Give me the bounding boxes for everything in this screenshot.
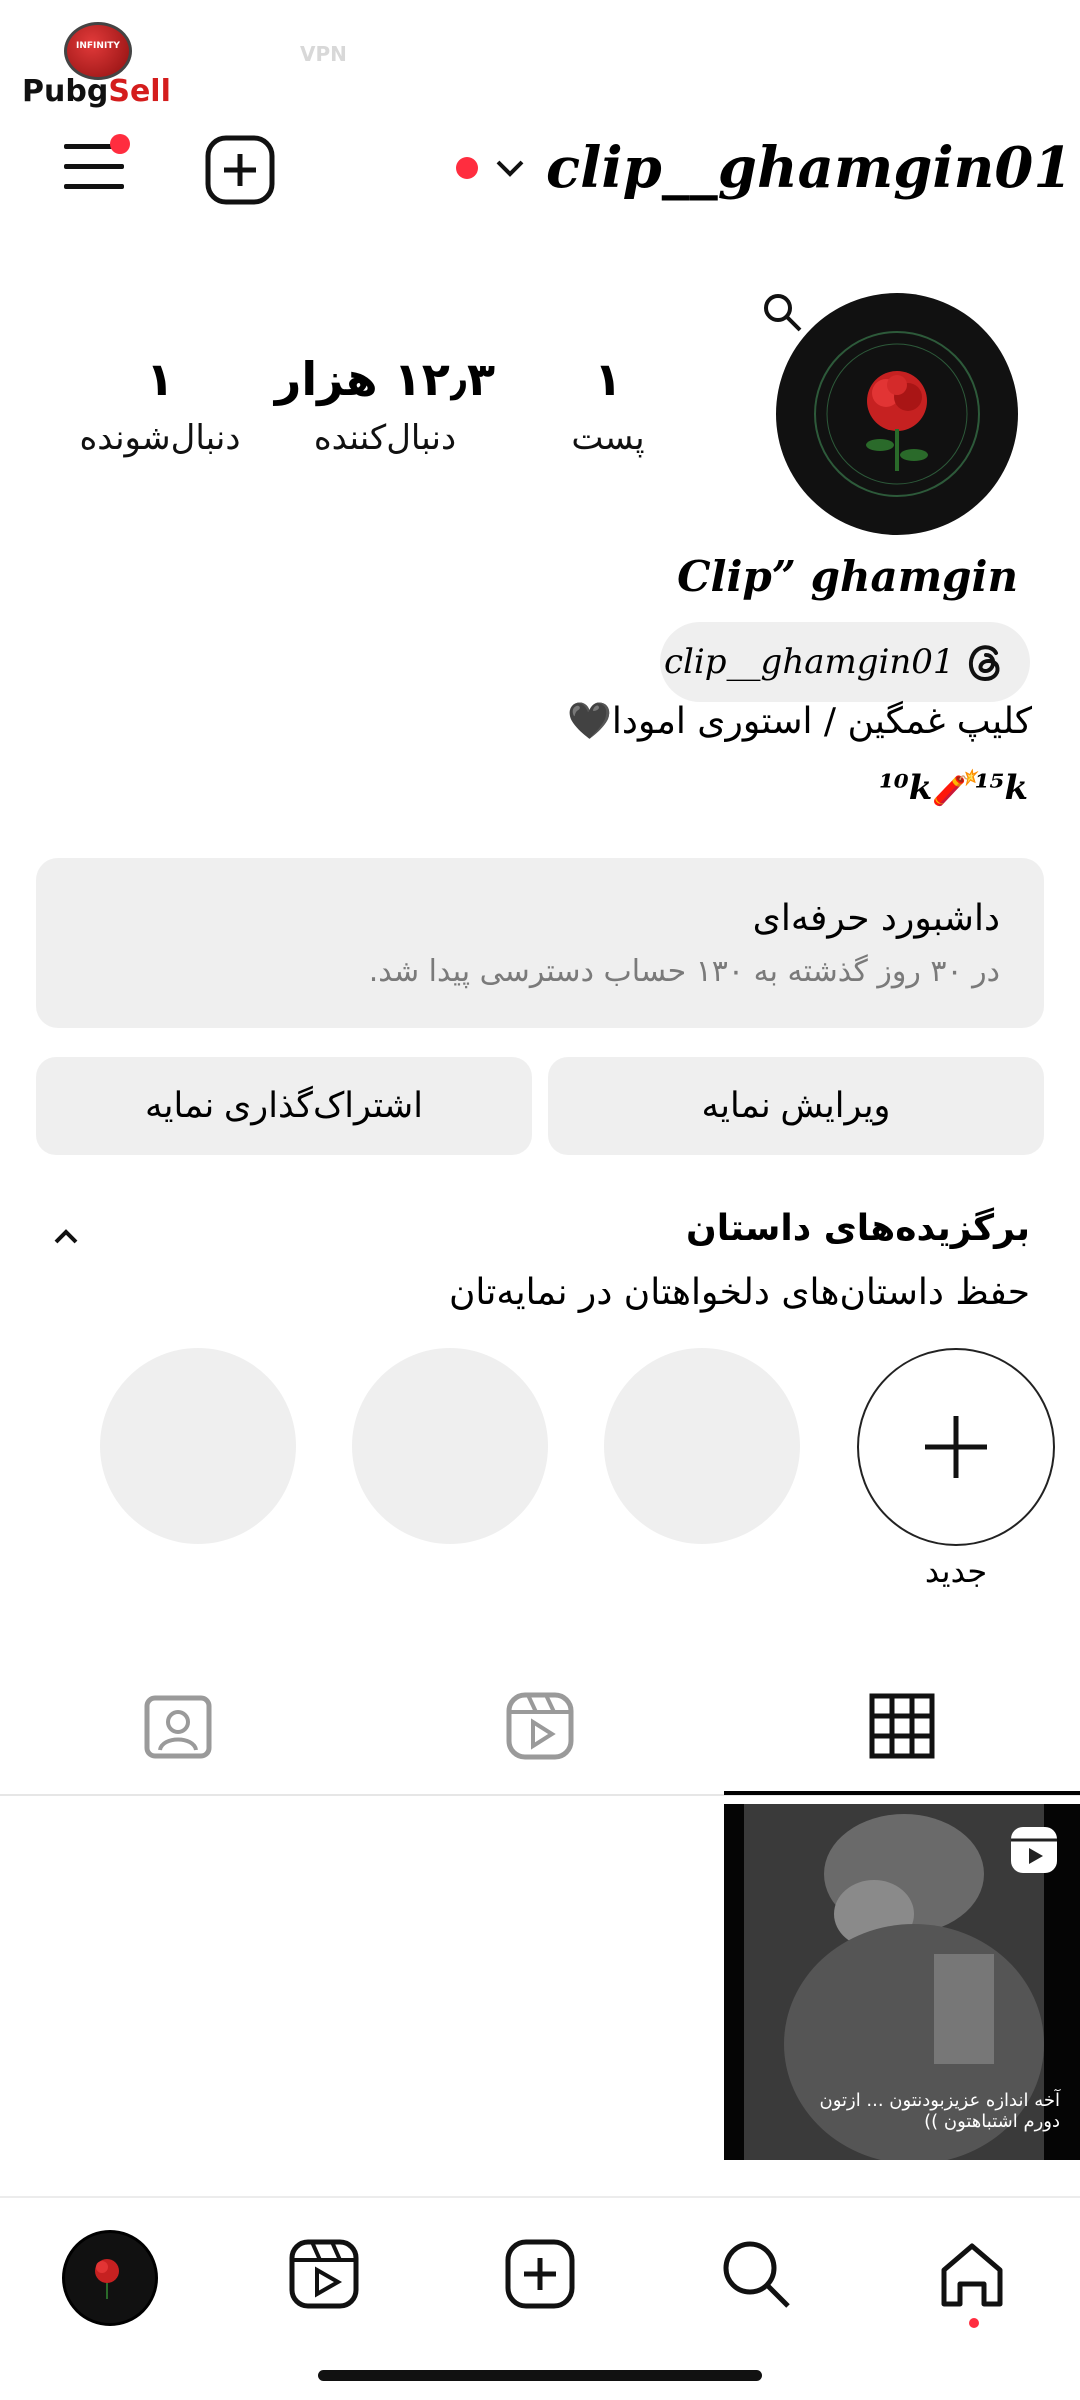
following-label: دنبال‌شونده xyxy=(79,418,241,458)
watermark-logo: INFINITY PubgSell xyxy=(22,20,172,112)
bio-line-1: کلیپ غمگین / استوری امودا🖤 xyxy=(567,701,1032,742)
threads-badge[interactable]: clip__ghamgin01 xyxy=(660,622,1030,702)
status-dot xyxy=(456,157,478,179)
profile-tab-avatar[interactable] xyxy=(62,2230,158,2326)
stat-posts[interactable]: ۱ پست xyxy=(548,352,668,458)
watermark-text: PubgSell xyxy=(22,74,171,109)
followers-label: دنبال‌کننده xyxy=(313,418,457,458)
bio-line-2: ¹⁰k🧨¹⁵k xyxy=(878,768,1028,808)
threads-handle: clip__ghamgin01 xyxy=(664,642,955,682)
vpn-indicator: VPN xyxy=(300,42,347,66)
search-icon[interactable] xyxy=(718,2236,794,2312)
grid-icon[interactable] xyxy=(866,1690,938,1762)
stat-followers[interactable]: ۱۲٫۳ هزار دنبال‌کننده xyxy=(270,352,500,458)
stat-following[interactable]: ۱ دنبال‌شونده xyxy=(55,352,265,458)
grid-post[interactable]: آخه اندازه عزیزبودنتون ... ازتون دورم اش… xyxy=(724,1804,1080,2160)
threads-icon xyxy=(962,639,1008,685)
create-icon[interactable] xyxy=(502,2236,578,2312)
dashboard-title: داشبورد حرفه‌ای xyxy=(752,898,1000,939)
plus-icon xyxy=(925,1416,987,1478)
display-name: Clip” ghamgin xyxy=(677,552,1018,601)
profile-avatar[interactable] xyxy=(776,293,1018,535)
watermark-badge-text: INFINITY xyxy=(76,41,120,51)
reels-icon[interactable] xyxy=(286,2236,362,2312)
chevron-up-icon[interactable] xyxy=(48,1218,84,1254)
edit-profile-button[interactable]: ویرایش نمایه xyxy=(548,1057,1044,1155)
dashboard-subtitle: در ۳۰ روز گذشته به ۱۳۰ حساب دسترسی پیدا … xyxy=(368,954,1000,989)
search-icon[interactable] xyxy=(760,290,804,334)
highlight-placeholder xyxy=(604,1348,800,1544)
notification-dot xyxy=(110,134,130,154)
following-count: ۱ xyxy=(145,352,175,406)
post-caption: آخه اندازه عزیزبودنتون ... ازتون دورم اش… xyxy=(819,2090,1060,2132)
professional-dashboard[interactable]: داشبورد حرفه‌ای در ۳۰ روز گذشته به ۱۳۰ ح… xyxy=(36,858,1044,1028)
highlight-placeholder xyxy=(100,1348,296,1544)
watermark-badge: INFINITY xyxy=(64,22,132,80)
home-icon[interactable] xyxy=(934,2236,1010,2312)
highlights-title: برگزیده‌های داستان xyxy=(686,1208,1030,1249)
share-profile-button[interactable]: اشتراک‌گذاری نمایه xyxy=(36,1057,532,1155)
reels-icon[interactable] xyxy=(504,1690,576,1762)
posts-count: ۱ xyxy=(593,352,623,406)
followers-count: ۱۲٫۳ هزار xyxy=(274,352,496,406)
highlights-subtitle: حفظ داستان‌های دلخواهتان در نمایه‌تان xyxy=(448,1272,1030,1313)
chevron-down-icon xyxy=(492,150,528,186)
new-highlight-label: جدید xyxy=(924,1552,988,1590)
reel-badge-icon xyxy=(1008,1824,1060,1876)
highlight-placeholder xyxy=(352,1348,548,1544)
bottom-nav-divider xyxy=(0,2196,1080,2198)
username-title: clip__ghamgin01 xyxy=(546,135,1073,201)
home-indicator xyxy=(318,2370,762,2381)
account-switcher[interactable]: clip__ghamgin01 xyxy=(456,128,1072,208)
posts-label: پست xyxy=(571,418,645,458)
menu-icon[interactable] xyxy=(62,130,130,198)
home-notification-dot xyxy=(969,2318,979,2328)
new-highlight-button[interactable] xyxy=(857,1348,1055,1546)
active-tab-indicator xyxy=(724,1791,1080,1795)
tagged-icon[interactable] xyxy=(142,1690,214,1762)
add-post-icon[interactable] xyxy=(204,134,276,206)
